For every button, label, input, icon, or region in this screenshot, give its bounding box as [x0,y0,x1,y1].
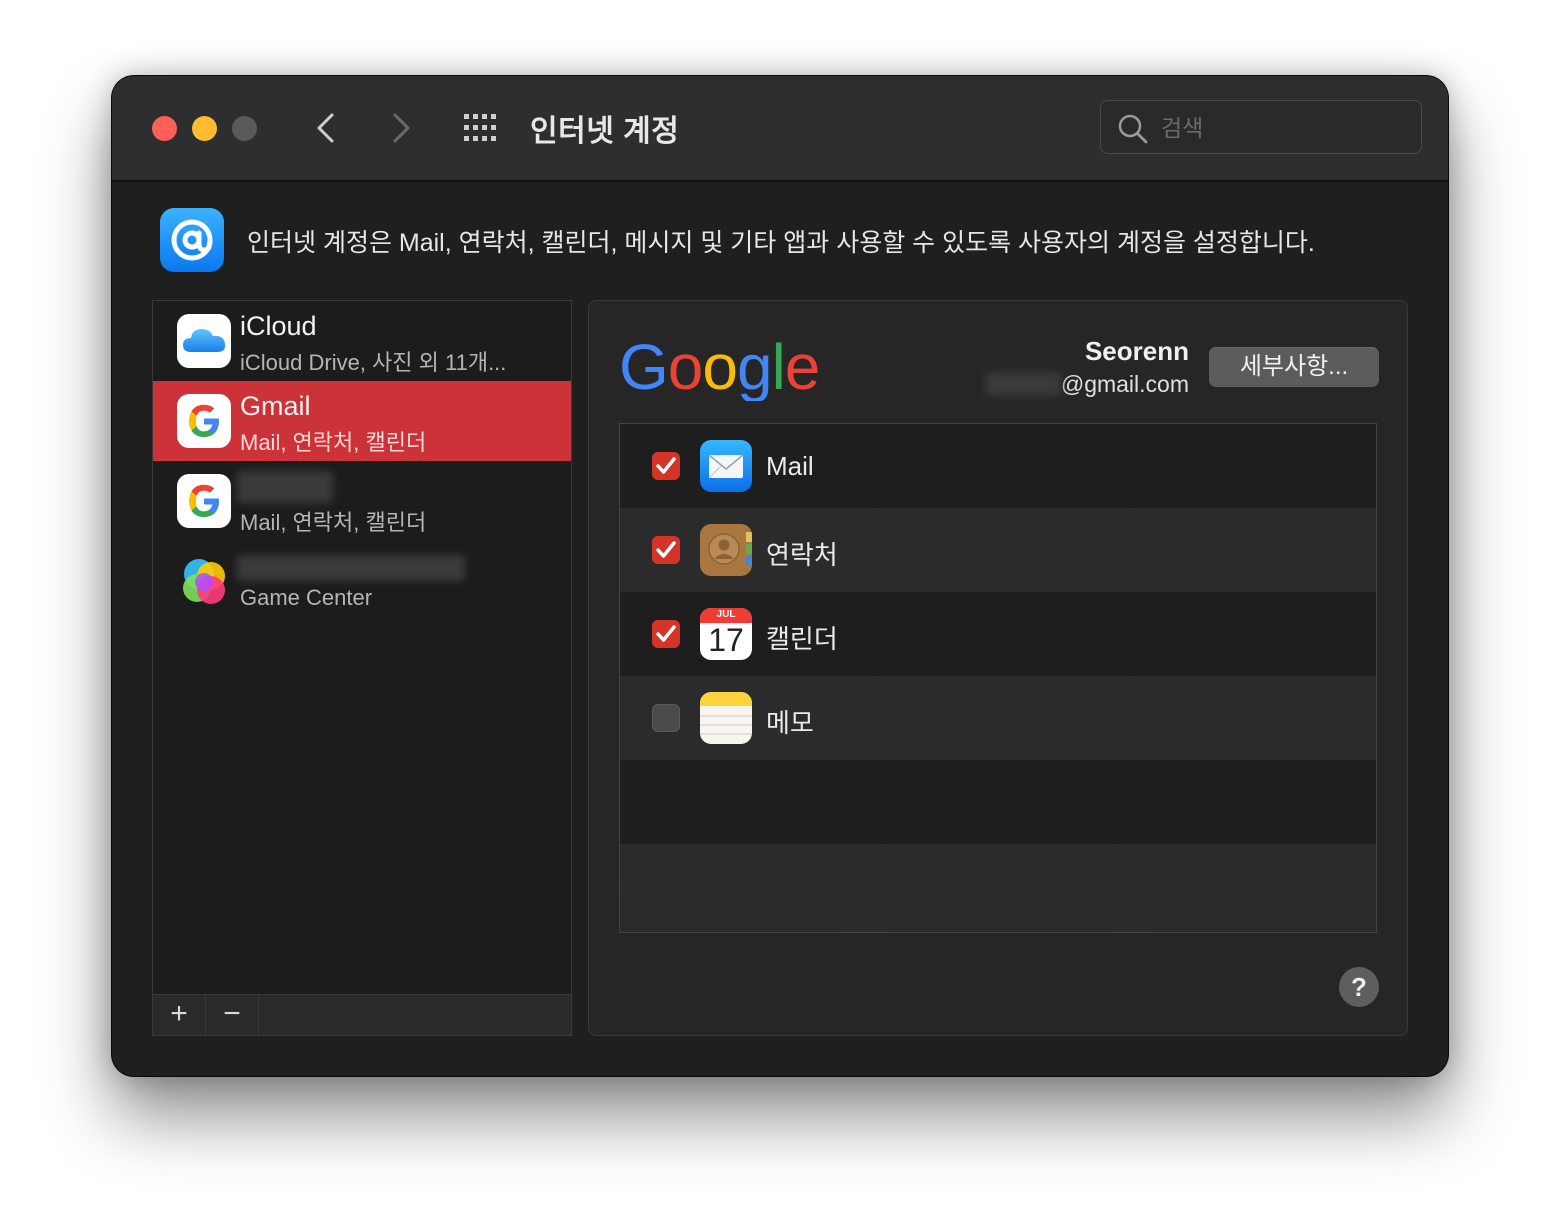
internet-accounts-icon [160,208,224,272]
back-button[interactable] [307,108,347,148]
search-field[interactable] [1100,100,1422,154]
calendar-icon: JUL 17 [700,608,752,660]
header-description: 인터넷 계정은 Mail, 연락처, 캘린더, 메시지 및 기타 앱과 사용할 … [247,229,1315,257]
title-bar: 인터넷 계정 [112,76,1448,182]
service-row-calendar: JUL 17 캘린더 [620,592,1376,676]
google-icon [177,394,231,448]
grid-icon [464,114,496,141]
account-services: Mail, 연락처, 캘린더 [240,510,427,535]
redacted-account-name [237,555,465,581]
show-all-button[interactable] [462,112,502,144]
details-button[interactable]: 세부사항... [1209,347,1379,387]
help-button[interactable]: ? [1339,967,1379,1007]
chevron-left-icon [317,113,334,143]
svg-text:Google: Google [619,331,819,401]
zoom-button[interactable] [232,116,257,141]
empty-row [620,760,1376,844]
account-email-domain: @gmail.com [1060,371,1189,397]
account-services: Mail, 연락처, 캘린더 [240,430,427,455]
forward-button[interactable] [380,108,420,148]
account-services: iCloud Drive, 사진 외 11개... [240,350,507,375]
service-label: Mail [766,451,814,481]
minimize-button[interactable] [192,116,217,141]
service-row-notes: 메모 [620,676,1376,760]
redacted-account-name [237,471,333,503]
calendar-checkbox[interactable] [652,620,680,648]
window-title: 인터넷 계정 [530,115,680,148]
contacts-checkbox[interactable] [652,536,680,564]
close-button[interactable] [152,116,177,141]
account-name: iCloud [240,311,317,341]
account-row-google-2[interactable]: Mail, 연락처, 캘린더 [153,461,571,541]
add-account-button[interactable]: + [153,995,206,1035]
account-row-gmail[interactable]: Gmail Mail, 연락처, 캘린더 [153,381,571,461]
search-icon [1118,114,1148,144]
preferences-window: 인터넷 계정 인터넷 계정은 Mail, 연락처, 캘린더, 메시지 및 기타 … [112,76,1448,1076]
notes-icon [700,692,752,744]
account-row-icloud[interactable]: iCloud iCloud Drive, 사진 외 11개... [153,301,571,381]
at-sign-icon [171,219,213,261]
checkmark-icon [656,625,676,642]
calendar-day: 17 [708,622,744,658]
service-row-contacts: 연락처 [620,508,1376,592]
account-services: Game Center [240,585,373,610]
list-toolbar: + − [153,994,571,1035]
service-label: 연락처 [766,540,838,570]
service-label: 메모 [766,708,814,738]
services-list: Mail 연락처 JUL 17 캘린더 메모 [619,423,1377,933]
empty-row [620,844,1376,932]
checkmark-icon [656,457,676,474]
redacted-email-user [984,371,1061,396]
accounts-list: iCloud iCloud Drive, 사진 외 11개... Gmail M… [152,300,572,1036]
calendar-month: JUL [716,609,736,620]
search-input[interactable] [1159,111,1403,145]
account-name: Gmail [240,391,311,421]
remove-account-button[interactable]: − [206,995,259,1035]
account-detail-panel: Google Seorenn @gmail.com 세부사항... Mail 연… [588,300,1408,1036]
service-label: 캘린더 [766,624,838,654]
game-center-icon [177,554,231,608]
icloud-icon [177,314,231,368]
service-row-mail: Mail [620,424,1376,508]
account-email: @gmail.com [984,371,1189,401]
account-user-name: Seorenn [1084,336,1189,366]
google-logo: Google [619,331,819,401]
account-row-game-center[interactable]: Game Center [153,541,571,621]
checkmark-icon [656,541,676,558]
mail-icon [700,440,752,492]
google-icon [177,474,231,528]
notes-checkbox[interactable] [652,704,680,732]
mail-checkbox[interactable] [652,452,680,480]
chevron-right-icon [393,113,410,143]
contacts-icon [700,524,752,576]
